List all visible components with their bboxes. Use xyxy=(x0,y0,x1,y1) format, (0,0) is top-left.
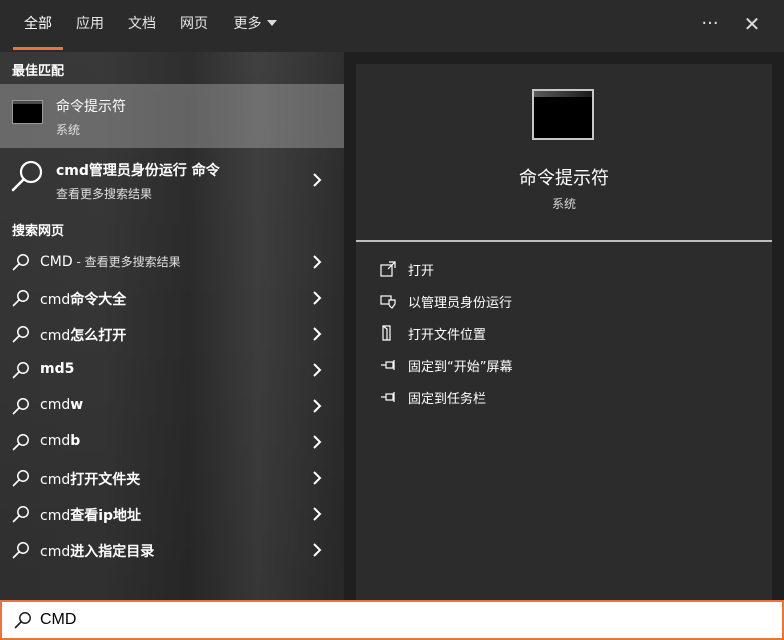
web-result-label: cmd查看ip地址 xyxy=(40,505,141,525)
search-bar xyxy=(0,600,784,640)
web-result-item[interactable]: cmdb xyxy=(0,424,344,460)
action-pin-to-taskbar[interactable]: 固定到任务栏 xyxy=(356,381,772,413)
web-result-label: cmd怎么打开 xyxy=(40,325,126,345)
command-prompt-icon xyxy=(532,89,594,140)
search-icon xyxy=(14,612,31,629)
web-result-query: cmd xyxy=(40,397,71,413)
web-result-item[interactable]: cmd查看ip地址 xyxy=(0,496,344,532)
search-icon xyxy=(12,434,29,451)
web-result-suggestion: 怎么打开 xyxy=(70,328,127,344)
tab-web[interactable]: 网页 xyxy=(176,0,212,52)
web-result-label: cmd进入指定目录 xyxy=(40,541,154,561)
best-match-item[interactable]: 命令提示符 系统 xyxy=(0,84,344,148)
search-icon xyxy=(12,290,29,307)
search-icon xyxy=(11,160,43,192)
file-location-icon xyxy=(382,325,391,341)
preview-panel: 命令提示符 系统 打开 以管理员身份运行 打开文件位置 固定到“开始”屏幕 固定… xyxy=(356,64,772,600)
more-results-title: cmd管理员身份运行 命令 xyxy=(56,163,220,179)
search-input[interactable] xyxy=(40,606,760,634)
close-icon[interactable]: ✕ xyxy=(737,0,767,52)
web-result-suggestion: 命令大全 xyxy=(70,292,127,308)
web-result-query: CMD xyxy=(40,254,73,270)
tab-apps[interactable]: 应用 xyxy=(72,0,108,52)
web-result-suggestion: 进入指定目录 xyxy=(70,544,155,560)
search-icon xyxy=(12,254,29,271)
preview-title: 命令提示符 xyxy=(519,168,609,189)
more-results-subtitle: 查看更多搜索结果 xyxy=(56,187,153,201)
open-icon xyxy=(380,261,396,277)
web-result-suggestion: 查看ip地址 xyxy=(70,508,142,524)
preview-subtitle: 系统 xyxy=(551,197,576,211)
web-result-query: cmd xyxy=(40,472,71,488)
action-label: 以管理员身份运行 xyxy=(408,296,513,311)
chevron-right-icon xyxy=(313,327,322,341)
chevron-right-icon xyxy=(313,363,322,377)
search-icon xyxy=(12,398,29,415)
search-icon xyxy=(12,326,29,343)
tab-more-label: 更多 xyxy=(233,16,262,32)
pin-icon xyxy=(381,360,395,370)
search-icon xyxy=(12,470,29,487)
best-match-subtitle: 系统 xyxy=(56,123,81,137)
action-run-as-admin[interactable]: 以管理员身份运行 xyxy=(356,285,772,317)
web-result-item[interactable]: cmdw xyxy=(0,388,344,424)
more-results-item[interactable]: cmd管理员身份运行 命令 查看更多搜索结果 xyxy=(0,148,344,212)
chevron-right-icon xyxy=(313,543,322,557)
action-open[interactable]: 打开 xyxy=(356,253,772,285)
web-result-suggestion: b xyxy=(70,433,81,449)
action-label: 打开文件位置 xyxy=(408,328,487,343)
action-pin-to-start[interactable]: 固定到“开始”屏幕 xyxy=(356,349,772,381)
web-result-query: cmd xyxy=(40,328,71,344)
search-icon xyxy=(12,542,29,559)
web-result-query: cmd xyxy=(40,544,71,560)
web-result-label: cmdb xyxy=(40,433,80,449)
results-panel: 最佳匹配 命令提示符 系统 cmd管理员身份运行 命令 查看更多搜索结果 搜索网… xyxy=(0,52,344,600)
web-result-item[interactable]: md5 xyxy=(0,352,344,388)
tab-more[interactable]: 更多 xyxy=(229,0,281,52)
chevron-right-icon xyxy=(313,399,322,413)
web-result-label: cmd命令大全 xyxy=(40,289,126,309)
web-result-suggestion: md5 xyxy=(40,361,75,377)
chevron-right-icon xyxy=(313,435,322,449)
more-options-icon[interactable]: ··· xyxy=(695,0,725,52)
web-result-item[interactable]: cmd进入指定目录 xyxy=(0,532,344,568)
web-result-query: cmd xyxy=(40,508,71,524)
web-result-item[interactable]: cmd打开文件夹 xyxy=(0,460,344,496)
web-result-hint: - 查看更多搜索结果 xyxy=(72,255,181,269)
tab-documents[interactable]: 文档 xyxy=(124,0,160,52)
web-result-label: md5 xyxy=(40,361,74,377)
web-result-item[interactable]: cmd命令大全 xyxy=(0,280,344,316)
chevron-right-icon xyxy=(313,291,322,305)
action-label: 固定到“开始”屏幕 xyxy=(408,360,513,375)
web-result-query: cmd xyxy=(40,292,71,308)
command-prompt-icon xyxy=(12,100,43,124)
search-icon xyxy=(12,506,29,523)
chevron-down-icon xyxy=(266,20,277,26)
web-result-label: CMD - 查看更多搜索结果 xyxy=(40,253,181,270)
action-open-file-location[interactable]: 打开文件位置 xyxy=(356,317,772,349)
chevron-right-icon xyxy=(313,255,322,269)
pin-icon xyxy=(381,392,395,402)
top-nav-bar: 全部 应用 文档 网页 更多 ··· ✕ xyxy=(0,0,784,52)
section-title-best-match: 最佳匹配 xyxy=(12,64,65,79)
web-result-query: cmd xyxy=(40,433,71,449)
divider xyxy=(356,240,772,242)
tab-all[interactable]: 全部 xyxy=(13,0,63,52)
web-result-label: cmd打开文件夹 xyxy=(40,469,140,489)
best-match-title: 命令提示符 xyxy=(56,99,126,115)
chevron-right-icon xyxy=(313,471,322,485)
search-icon xyxy=(12,362,29,379)
action-label: 固定到任务栏 xyxy=(408,392,487,407)
section-title-search-web: 搜索网页 xyxy=(12,224,65,239)
web-result-item[interactable]: cmd怎么打开 xyxy=(0,316,344,352)
chevron-right-icon xyxy=(313,173,322,187)
web-result-item[interactable]: CMD - 查看更多搜索结果 xyxy=(0,244,344,280)
web-result-suggestion: 打开文件夹 xyxy=(70,472,141,488)
chevron-right-icon xyxy=(313,507,322,521)
admin-shield-icon xyxy=(380,295,396,309)
action-label: 打开 xyxy=(408,264,435,279)
web-result-suggestion: w xyxy=(70,397,84,413)
web-result-label: cmdw xyxy=(40,397,83,413)
